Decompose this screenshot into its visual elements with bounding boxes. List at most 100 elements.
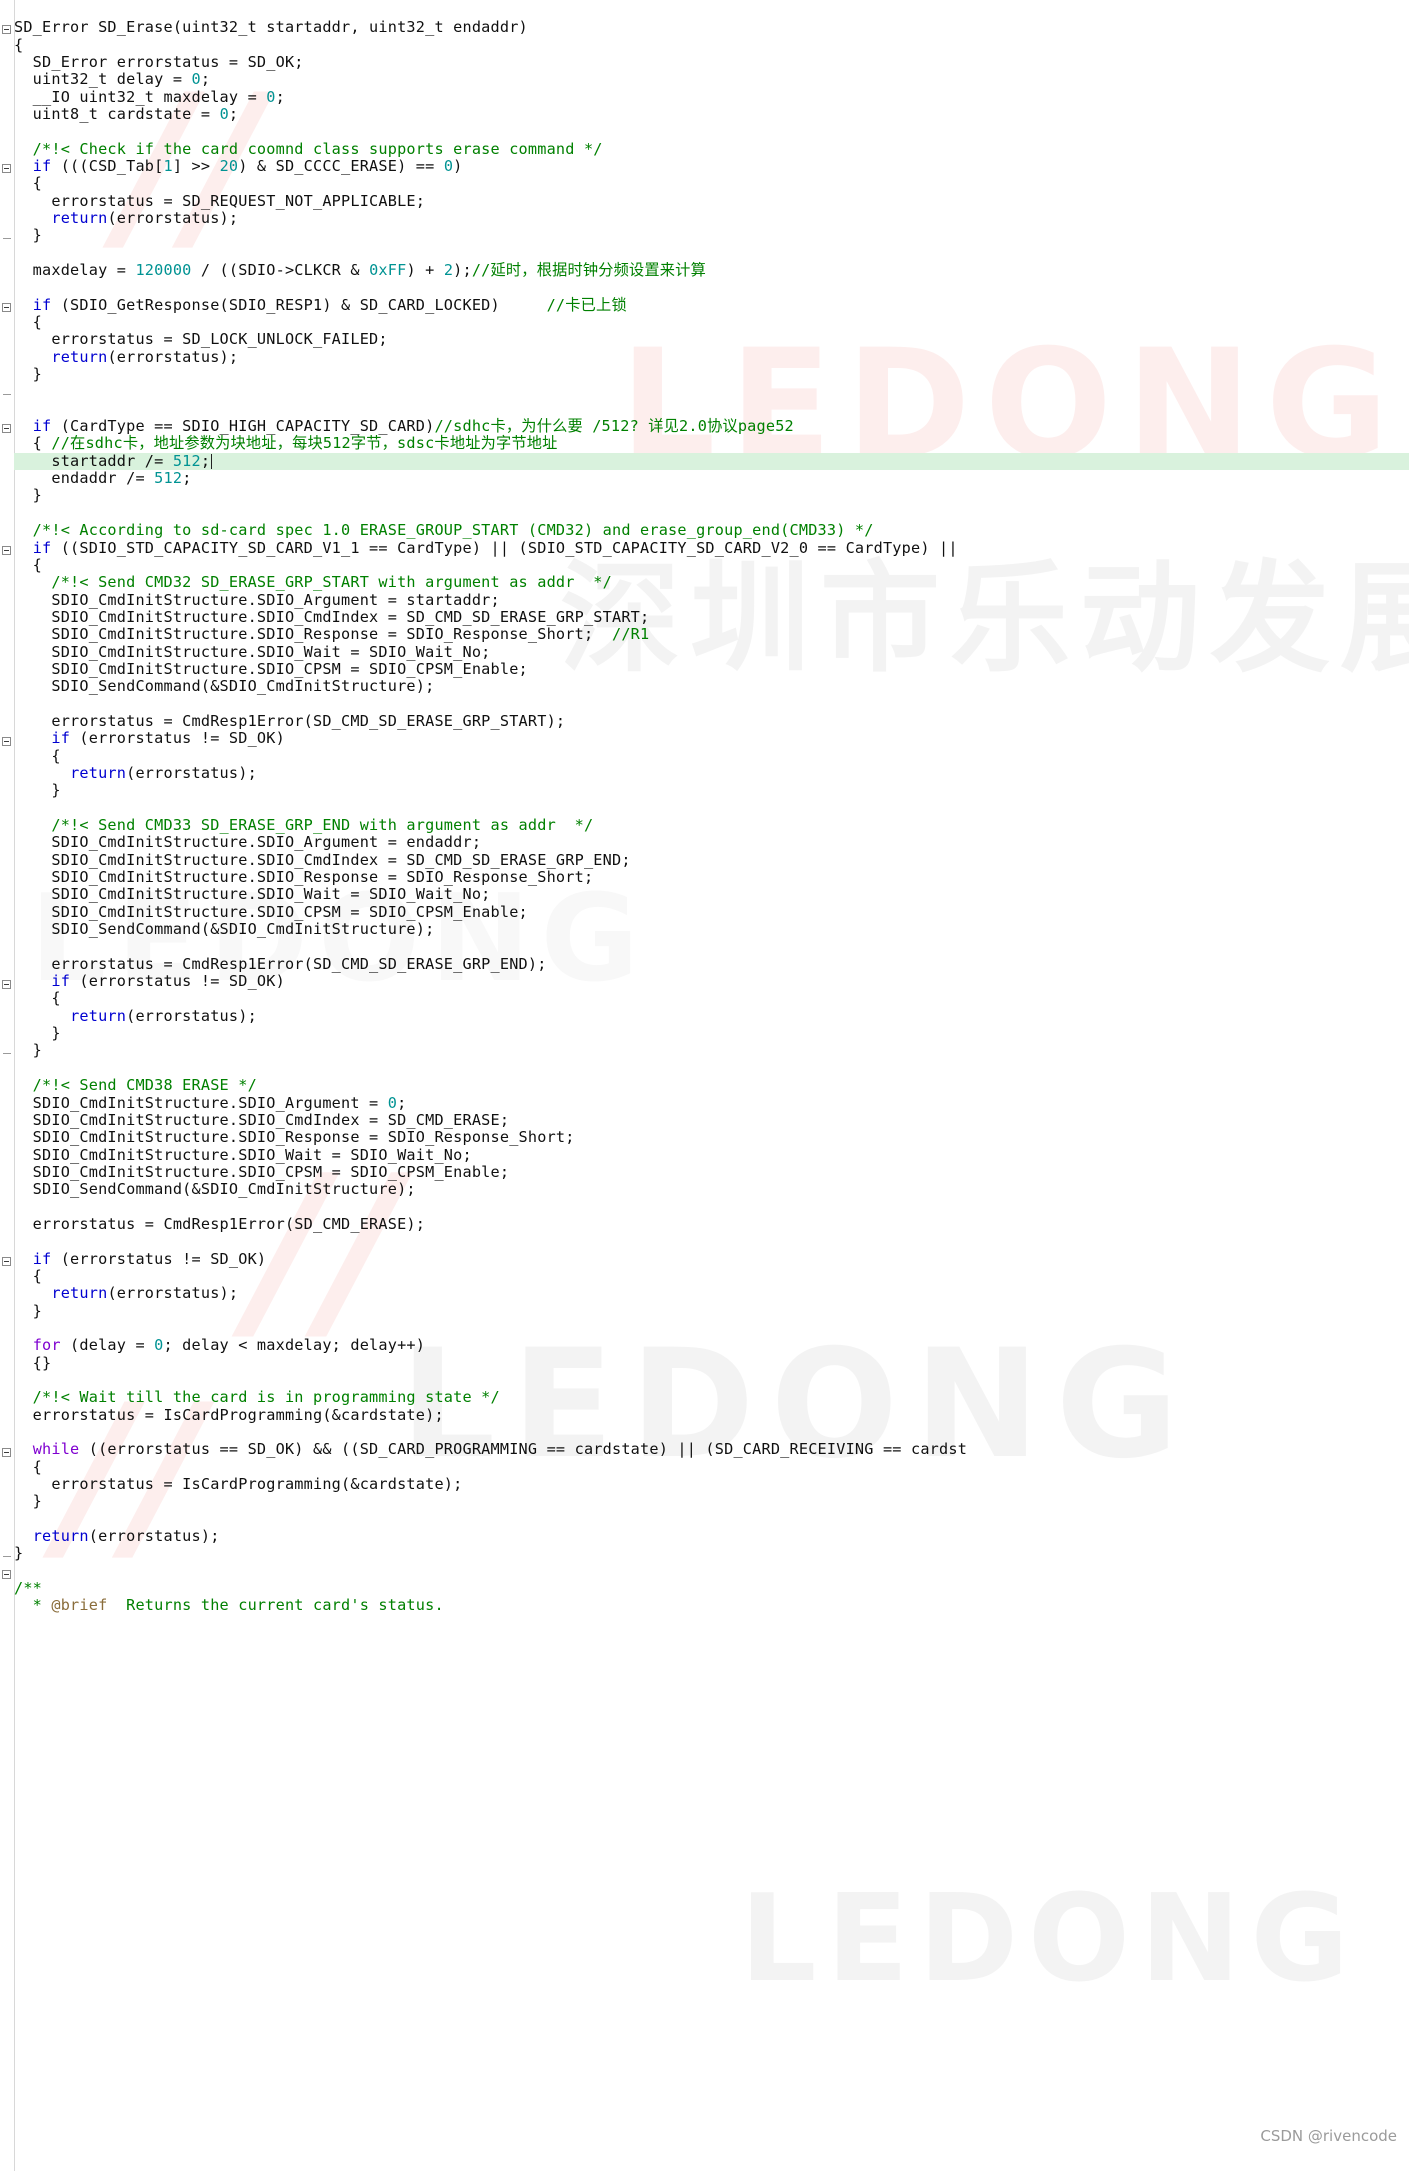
code-line[interactable]: SDIO_CmdInitStructure.SDIO_Wait = SDIO_W…	[14, 643, 1409, 661]
code-line[interactable]: maxdelay = 120000 / ((SDIO->CLKCR & 0xFF…	[14, 261, 1409, 279]
code-line[interactable]	[14, 1199, 1409, 1216]
code-line[interactable]: SDIO_CmdInitStructure.SDIO_CmdIndex = SD…	[14, 851, 1409, 869]
code-line[interactable]: return(errorstatus);	[14, 348, 1409, 366]
code-line[interactable]: SDIO_CmdInitStructure.SDIO_CmdIndex = SD…	[14, 1111, 1409, 1129]
code-line[interactable]: SDIO_CmdInitStructure.SDIO_Wait = SDIO_W…	[14, 886, 1409, 903]
code-line[interactable]: SDIO_SendCommand(&SDIO_CmdInitStructure)…	[14, 1181, 1409, 1198]
code-line[interactable]	[14, 123, 1409, 140]
code-line[interactable]: }	[14, 1493, 1409, 1510]
code-line[interactable]	[14, 1511, 1409, 1528]
code-line[interactable]: }	[14, 365, 1409, 383]
code-line[interactable]: SDIO_CmdInitStructure.SDIO_Response = SD…	[14, 1129, 1409, 1146]
fold-toggle-icon[interactable]	[2, 424, 11, 434]
code-line[interactable]: while ((errorstatus == SD_OK) && ((SD_CA…	[14, 1441, 1409, 1458]
code-line[interactable]: {}	[14, 1354, 1409, 1372]
fold-toggle-icon[interactable]	[2, 979, 11, 989]
code-line[interactable]	[14, 800, 1409, 817]
code-line[interactable]	[14, 279, 1409, 296]
code-line[interactable]: SD_Error SD_Erase(uint32_t startaddr, ui…	[14, 19, 1409, 36]
code-line[interactable]: SDIO_CmdInitStructure.SDIO_CPSM = SDIO_C…	[14, 660, 1409, 678]
code-line[interactable]: SDIO_CmdInitStructure.SDIO_Argument = 0;	[14, 1094, 1409, 1112]
code-line[interactable]: {	[14, 175, 1409, 192]
code-line[interactable]: SDIO_CmdInitStructure.SDIO_CPSM = SDIO_C…	[14, 1163, 1409, 1181]
code-line[interactable]	[14, 696, 1409, 713]
code-line[interactable]: SDIO_CmdInitStructure.SDIO_Response = SD…	[14, 868, 1409, 886]
code-line[interactable]: SDIO_CmdInitStructure.SDIO_Response = SD…	[14, 626, 1409, 643]
code-line[interactable]	[14, 1372, 1409, 1389]
code-line[interactable]	[14, 1424, 1409, 1441]
code-line[interactable]: SDIO_SendCommand(&SDIO_CmdInitStructure)…	[14, 678, 1409, 695]
code-line[interactable]: SDIO_SendCommand(&SDIO_CmdInitStructure)…	[14, 920, 1409, 938]
code-line[interactable]: * @brief Returns the current card's stat…	[14, 1597, 1409, 1614]
code-line[interactable]: {	[14, 1267, 1409, 1285]
code-line[interactable]: {	[14, 36, 1409, 54]
code-line[interactable]: errorstatus = CmdResp1Error(SD_CMD_SD_ER…	[14, 955, 1409, 973]
code-line[interactable]	[14, 1563, 1409, 1580]
fold-toggle-icon[interactable]	[2, 545, 11, 555]
code-line[interactable]: /*!< According to sd-card spec 1.0 ERASE…	[14, 521, 1409, 539]
code-line[interactable]: if (SDIO_GetResponse(SDIO_RESP1) & SD_CA…	[14, 296, 1409, 314]
code-line[interactable]	[14, 505, 1409, 522]
code-line[interactable]: uint8_t cardstate = 0;	[14, 105, 1409, 123]
code-line[interactable]: SDIO_CmdInitStructure.SDIO_Argument = en…	[14, 834, 1409, 851]
code-line[interactable]	[14, 401, 1409, 418]
code-line[interactable]: SDIO_CmdInitStructure.SDIO_CmdIndex = SD…	[14, 608, 1409, 626]
code-editor-content[interactable]: SD_Error SD_Erase(uint32_t startaddr, ui…	[14, 19, 1409, 1615]
code-line[interactable]: /*!< Wait till the card is in programmin…	[14, 1389, 1409, 1406]
code-line[interactable]: }	[14, 227, 1409, 244]
fold-toggle-icon[interactable]	[2, 164, 11, 174]
fold-toggle-icon[interactable]	[2, 736, 11, 746]
code-line[interactable]	[14, 1233, 1409, 1250]
code-line[interactable]: if ((SDIO_STD_CAPACITY_SD_CARD_V1_1 == C…	[14, 539, 1409, 557]
code-line[interactable]: errorstatus = CmdResp1Error(SD_CMD_ERASE…	[14, 1215, 1409, 1233]
code-line[interactable]: startaddr /= 512;	[14, 452, 1409, 471]
code-line[interactable]	[14, 383, 1409, 400]
code-line[interactable]: SDIO_CmdInitStructure.SDIO_Argument = st…	[14, 591, 1409, 609]
code-line[interactable]: return(errorstatus);	[14, 209, 1409, 227]
code-line[interactable]: /*!< Send CMD32 SD_ERASE_GRP_START with …	[14, 574, 1409, 591]
code-line[interactable]: if (CardType == SDIO_HIGH_CAPACITY_SD_CA…	[14, 417, 1409, 435]
code-line[interactable]: {	[14, 747, 1409, 765]
code-line[interactable]: errorstatus = SD_REQUEST_NOT_APPLICABLE;	[14, 192, 1409, 210]
code-line[interactable]: if (errorstatus != SD_OK)	[14, 972, 1409, 990]
code-line[interactable]: return(errorstatus);	[14, 1527, 1409, 1545]
fold-toggle-icon[interactable]	[2, 302, 11, 312]
code-line[interactable]: }	[14, 782, 1409, 799]
code-line[interactable]: if (((CSD_Tab[1] >> 20) & SD_CCCC_ERASE)…	[14, 157, 1409, 175]
code-line[interactable]: SD_Error errorstatus = SD_OK;	[14, 53, 1409, 71]
code-line[interactable]: /*!< Send CMD38 ERASE */	[14, 1076, 1409, 1094]
code-line[interactable]: {	[14, 313, 1409, 331]
code-line[interactable]: errorstatus = IsCardProgramming(&cardsta…	[14, 1475, 1409, 1493]
code-line[interactable]: uint32_t delay = 0;	[14, 71, 1409, 88]
code-line[interactable]: errorstatus = CmdResp1Error(SD_CMD_SD_ER…	[14, 712, 1409, 730]
code-line[interactable]: /**	[14, 1579, 1409, 1597]
code-line[interactable]: return(errorstatus);	[14, 764, 1409, 782]
code-line[interactable]	[14, 1320, 1409, 1337]
code-line[interactable]: }	[14, 1042, 1409, 1059]
code-line[interactable]: { //在sdhc卡，地址参数为块地址，每块512字节，sdsc卡地址为字节地址	[14, 435, 1409, 452]
code-line[interactable]: }	[14, 1024, 1409, 1042]
code-line[interactable]: {	[14, 990, 1409, 1007]
code-line[interactable]: if (errorstatus != SD_OK)	[14, 730, 1409, 747]
code-line[interactable]: return(errorstatus);	[14, 1007, 1409, 1025]
code-line[interactable]: {	[14, 1458, 1409, 1476]
code-line[interactable]: return(errorstatus);	[14, 1285, 1409, 1302]
code-line[interactable]: }	[14, 1545, 1409, 1562]
code-line[interactable]: SDIO_CmdInitStructure.SDIO_CPSM = SDIO_C…	[14, 903, 1409, 921]
code-line[interactable]	[14, 245, 1409, 262]
code-line[interactable]: errorstatus = IsCardProgramming(&cardsta…	[14, 1406, 1409, 1424]
code-line[interactable]	[14, 1060, 1409, 1077]
code-line[interactable]: SDIO_CmdInitStructure.SDIO_Wait = SDIO_W…	[14, 1146, 1409, 1164]
code-line[interactable]: /*!< Send CMD33 SD_ERASE_GRP_END with ar…	[14, 816, 1409, 834]
editor-fold-gutter[interactable]	[0, 0, 15, 2171]
code-line[interactable]: {	[14, 556, 1409, 574]
code-line[interactable]: endaddr /= 512;	[14, 469, 1409, 487]
fold-toggle-icon[interactable]	[2, 1569, 11, 1579]
code-line[interactable]: }	[14, 487, 1409, 504]
code-line[interactable]: }	[14, 1302, 1409, 1320]
code-line[interactable]: errorstatus = SD_LOCK_UNLOCK_FAILED;	[14, 331, 1409, 348]
code-line[interactable]: __IO uint32_t maxdelay = 0;	[14, 88, 1409, 106]
code-line[interactable]: /*!< Check if the card coomnd class supp…	[14, 140, 1409, 158]
code-line[interactable]	[14, 938, 1409, 955]
code-line[interactable]: for (delay = 0; delay < maxdelay; delay+…	[14, 1337, 1409, 1354]
